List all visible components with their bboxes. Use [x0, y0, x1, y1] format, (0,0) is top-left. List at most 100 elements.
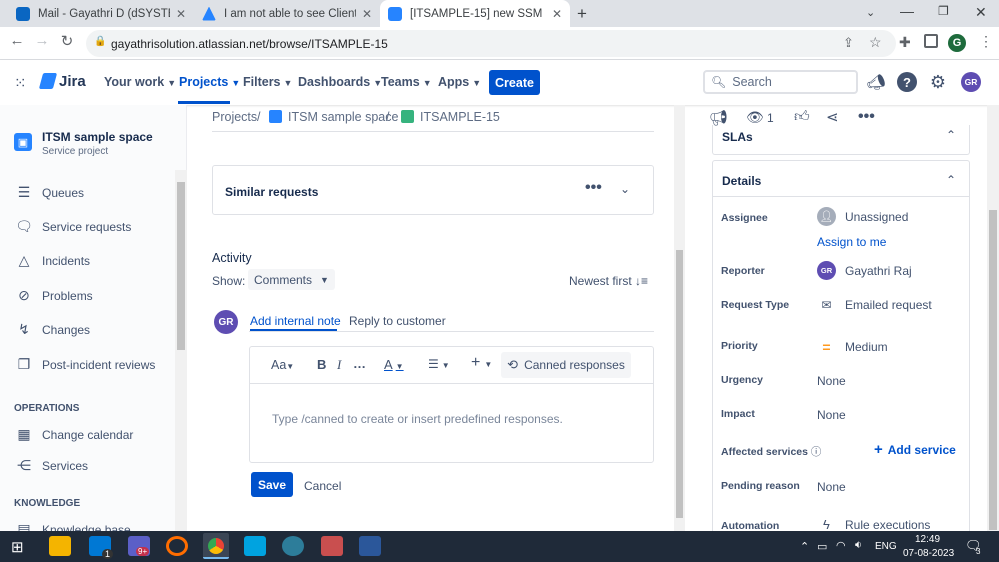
nav-projects[interactable]: Projects ▼ [179, 75, 240, 89]
volume-icon[interactable]: 🔉︎ [855, 539, 862, 552]
assign-to-me-link[interactable]: Assign to me [817, 235, 886, 249]
sidebar-item-change-calendar[interactable]: ▦ Change calendar [14, 426, 133, 443]
nav-dashboards[interactable]: Dashboards ▼ [298, 75, 382, 89]
app-icon[interactable] [282, 536, 304, 556]
clock-time[interactable]: 12:49 [915, 534, 940, 545]
sidebar-scrollbar[interactable] [175, 170, 187, 531]
breadcrumb-issue[interactable]: ITSAMPLE-15 [420, 110, 500, 124]
close-window-icon[interactable]: ✕ [975, 4, 987, 21]
close-icon[interactable]: ✕ [176, 7, 186, 21]
forward-icon[interactable]: → [31, 32, 53, 49]
impact-value[interactable]: None [817, 408, 846, 422]
app-icon[interactable] [321, 536, 343, 556]
breadcrumb-projects[interactable]: Projects [212, 110, 257, 124]
automation-value[interactable]: ϟ Rule executions [817, 517, 930, 532]
nav-apps[interactable]: Apps ▼ [438, 75, 481, 89]
show-filter-dropdown[interactable]: Comments ▼ [248, 269, 335, 290]
insert-button[interactable]: + ▼ [471, 354, 492, 372]
side-panel-icon[interactable] [924, 34, 938, 48]
share-icon[interactable]: ⇪ [843, 35, 854, 51]
show-hidden-icons-icon[interactable]: ⌃ [800, 540, 809, 553]
text-color-button[interactable]: A ▼ [384, 357, 404, 372]
request-type-value[interactable]: ✉ Emailed request [817, 298, 931, 312]
wifi-icon[interactable]: ◠ [836, 539, 846, 552]
like-thumbs-up-icon[interactable]: 👍︎ [794, 108, 810, 126]
search-input[interactable]: 🔍︎ Search [703, 70, 858, 94]
canned-responses-button[interactable]: ⟲ Canned responses [501, 352, 631, 378]
similar-requests-panel[interactable]: Similar requests ••• ⌄ [212, 165, 654, 215]
file-explorer-icon[interactable] [49, 536, 71, 556]
close-icon[interactable]: ✕ [552, 7, 562, 21]
more-actions-icon[interactable]: ••• [858, 108, 875, 126]
tab-mail[interactable]: Mail - Gayathri D (dSYSTEMS) - O ✕ [8, 0, 194, 27]
minimize-icon[interactable]: — [900, 3, 914, 19]
windows-start-icon[interactable]: ⊞ [11, 538, 24, 556]
tab-search-icon[interactable]: ⌄ [866, 6, 875, 19]
sidebar-item-problems[interactable]: ⊘ Problems [14, 287, 93, 304]
restore-icon[interactable]: ❐ [938, 4, 949, 18]
clock-date[interactable]: 07-08-2023 [903, 548, 954, 559]
sidebar-item-services[interactable]: ⋲ Services [14, 457, 88, 474]
user-avatar[interactable]: GR [961, 72, 981, 92]
breadcrumb-project[interactable]: ITSM sample space [288, 110, 398, 124]
language-indicator[interactable]: ENG [875, 541, 897, 552]
text-style-button[interactable]: Aa▼ [271, 358, 294, 372]
create-button[interactable]: Create [489, 70, 540, 95]
sidebar-item-incidents[interactable]: △ Incidents [14, 252, 90, 269]
add-service-button[interactable]: + Add service [874, 441, 956, 458]
tab-community[interactable]: I am not able to see Client status ✕ [194, 0, 380, 27]
nav-teams[interactable]: Teams ▼ [381, 75, 432, 89]
sidebar-item-queues[interactable]: ☰ Queues [14, 184, 84, 201]
italic-button[interactable]: I [337, 357, 341, 373]
chevron-up-icon[interactable]: ⌃ [946, 173, 956, 187]
reload-icon[interactable]: ↻ [56, 32, 78, 50]
settings-gear-icon[interactable]: ⚙ [928, 72, 948, 92]
sidebar-item-service-requests[interactable]: 🗨︎ Service requests [14, 218, 131, 235]
tab-jira[interactable]: [ITSAMPLE-15] new SSM - Jira ✕ [380, 0, 570, 27]
menu-dots-icon[interactable]: ⋮ [979, 33, 993, 50]
word-icon[interactable] [359, 536, 381, 556]
panel-scrollbar[interactable] [987, 105, 999, 531]
main-scrollbar[interactable] [674, 105, 685, 531]
nav-your-work[interactable]: Your work ▼ [104, 75, 176, 89]
panel-scroll-thumb[interactable] [989, 210, 997, 530]
battery-icon[interactable]: ▭ [817, 540, 827, 553]
chevron-up-icon[interactable]: ⌃ [946, 128, 956, 142]
priority-value[interactable]: = Medium [817, 339, 887, 355]
notifications-icon[interactable]: 📣︎ [866, 72, 886, 92]
main-scroll-thumb[interactable] [676, 250, 683, 518]
new-tab-icon[interactable]: + [577, 4, 587, 24]
url-field[interactable]: 🔒 gayathrisolution.atlassian.net/browse/… [86, 30, 896, 57]
sidebar-item-knowledge-base[interactable]: ▤ Knowledge base [14, 521, 130, 531]
assignee-value[interactable]: 👤︎ Unassigned [817, 207, 908, 226]
save-button[interactable]: Save [251, 472, 293, 497]
urgency-value[interactable]: None [817, 374, 846, 388]
sidebar-scroll-thumb[interactable] [177, 182, 185, 350]
tab-add-internal-note[interactable]: Add internal note [250, 314, 341, 328]
close-icon[interactable]: ✕ [362, 7, 372, 21]
back-icon[interactable]: ← [6, 32, 28, 49]
chevron-down-icon[interactable]: ⌄ [620, 182, 630, 196]
pending-reason-value[interactable]: None [817, 480, 846, 494]
extensions-icon[interactable]: ✚ [899, 34, 911, 51]
profile-avatar[interactable]: G [948, 34, 966, 52]
sidebar-item-changes[interactable]: ↯ Changes [14, 321, 90, 338]
more-dots-icon[interactable]: ••• [585, 179, 602, 197]
nav-filters[interactable]: Filters ▼ [243, 75, 292, 89]
reporter-value[interactable]: GR Gayathri Raj [817, 261, 912, 280]
more-formatting-button[interactable]: … [353, 356, 366, 371]
app-icon[interactable] [244, 536, 266, 556]
watch-eye-icon[interactable]: 👁︎ [746, 109, 764, 126]
bookmark-star-icon[interactable]: ☆ [869, 34, 882, 51]
app-switcher-icon[interactable]: ⁙ [14, 74, 27, 92]
list-button[interactable]: ☰ ▼ [428, 357, 450, 371]
tab-reply-to-customer[interactable]: Reply to customer [349, 314, 446, 328]
sidebar-item-post-incident-reviews[interactable]: ❐ Post-incident reviews [14, 356, 156, 373]
help-icon[interactable]: ? [897, 72, 917, 92]
jira-logo-text[interactable]: Jira [59, 73, 86, 90]
app-icon[interactable] [166, 536, 188, 556]
bold-button[interactable]: B [317, 357, 326, 372]
cancel-button[interactable]: Cancel [304, 479, 341, 493]
sort-toggle[interactable]: Newest first ↓≡ [569, 274, 648, 288]
share-icon[interactable]: ⋖ [826, 108, 839, 126]
